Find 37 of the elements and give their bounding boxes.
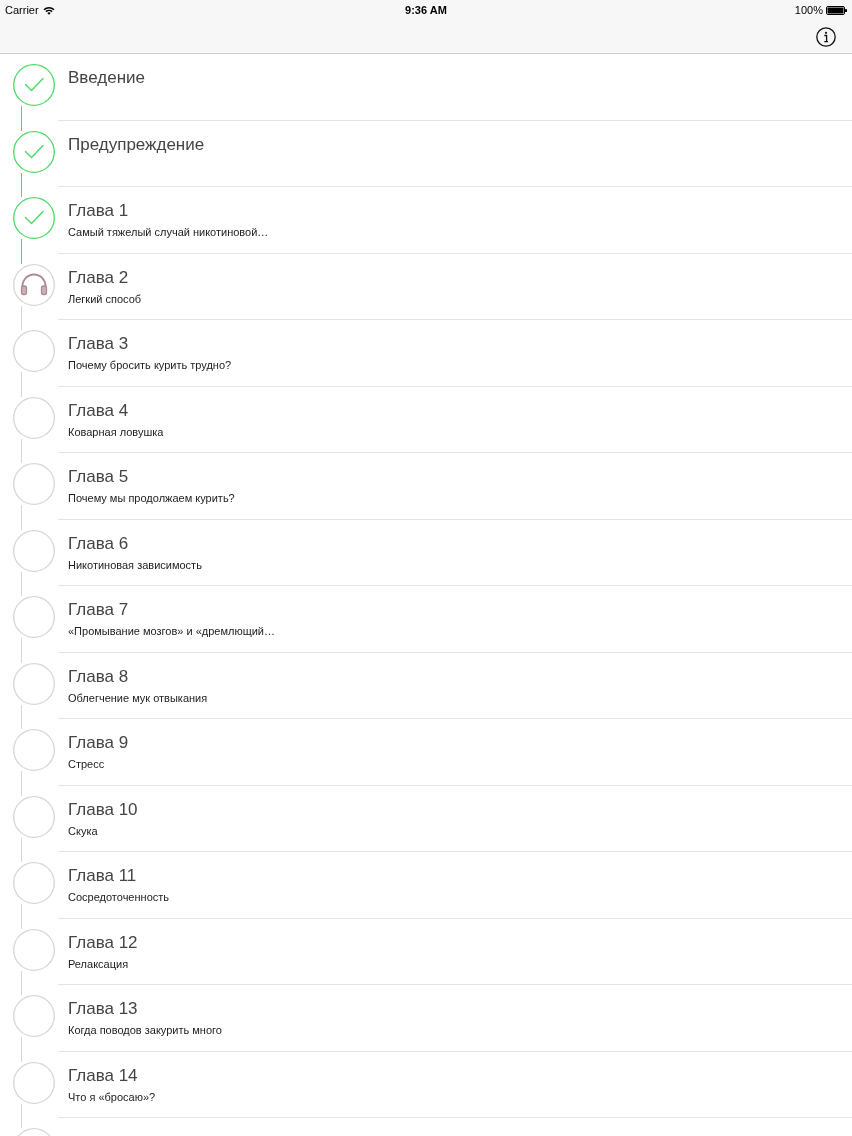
clock-label: 9:36 AM xyxy=(405,3,447,17)
info-button[interactable] xyxy=(816,26,836,47)
chapter-title[interactable]: Глава 7 xyxy=(68,600,129,620)
chapter-subtitle: Самый тяжелый случай никотиновой… xyxy=(68,226,269,239)
chapter-subtitle: Почему бросить курить трудно? xyxy=(68,359,232,372)
wifi-icon xyxy=(42,5,55,15)
chapter-subtitle: Что я «бросаю»? xyxy=(68,1090,156,1104)
chapter-title[interactable]: Предупреждение xyxy=(68,134,205,155)
chapter-subtitle: Коварная ловушка xyxy=(68,425,164,439)
chapter-subtitle: Релаксация xyxy=(68,957,129,971)
chapter-subtitle: Скука xyxy=(68,824,98,838)
chapter-title[interactable]: Глава 1 xyxy=(68,201,129,221)
chapter-title[interactable]: Глава 13 xyxy=(68,999,138,1019)
chapter-title[interactable]: Глава 9 xyxy=(68,733,129,753)
chapter-subtitle: Облегчение мук отвыкания xyxy=(68,691,208,705)
chapter-title[interactable]: Введение xyxy=(68,68,145,88)
chapter-subtitle: «Промывание мозгов» и «дремлющий… xyxy=(68,625,275,638)
chapter-title[interactable]: Глава 10 xyxy=(68,799,138,820)
chapter-title[interactable]: Глава 12 xyxy=(68,932,138,953)
chapter-title[interactable]: Глава 4 xyxy=(68,400,129,421)
battery-percent: 100% xyxy=(794,3,823,17)
chapter-title[interactable]: Глава 14 xyxy=(68,1065,138,1086)
chapter-title[interactable]: Глава 5 xyxy=(68,467,129,487)
chapter-subtitle: Сосредоточенность xyxy=(68,891,170,904)
info-icon xyxy=(816,26,836,47)
chapter-subtitle: Никотиновая зависимость xyxy=(68,558,202,572)
carrier-label: Carrier xyxy=(5,3,39,17)
chapter-subtitle: Почему мы продолжаем курить? xyxy=(68,492,235,505)
chapter-title[interactable]: Глава 3 xyxy=(68,334,129,354)
chapter-subtitle: Стресс xyxy=(68,758,105,771)
chapter-title[interactable]: Глава 11 xyxy=(68,866,137,886)
chapter-title[interactable]: Глава 2 xyxy=(68,267,129,288)
chapter-subtitle: Легкий способ xyxy=(68,292,142,306)
battery-icon xyxy=(826,5,847,15)
chapter-title[interactable]: Глава 6 xyxy=(68,533,129,554)
chapter-title[interactable]: Глава 8 xyxy=(68,666,129,687)
chapter-subtitle: Когда поводов закурить много xyxy=(68,1024,222,1037)
